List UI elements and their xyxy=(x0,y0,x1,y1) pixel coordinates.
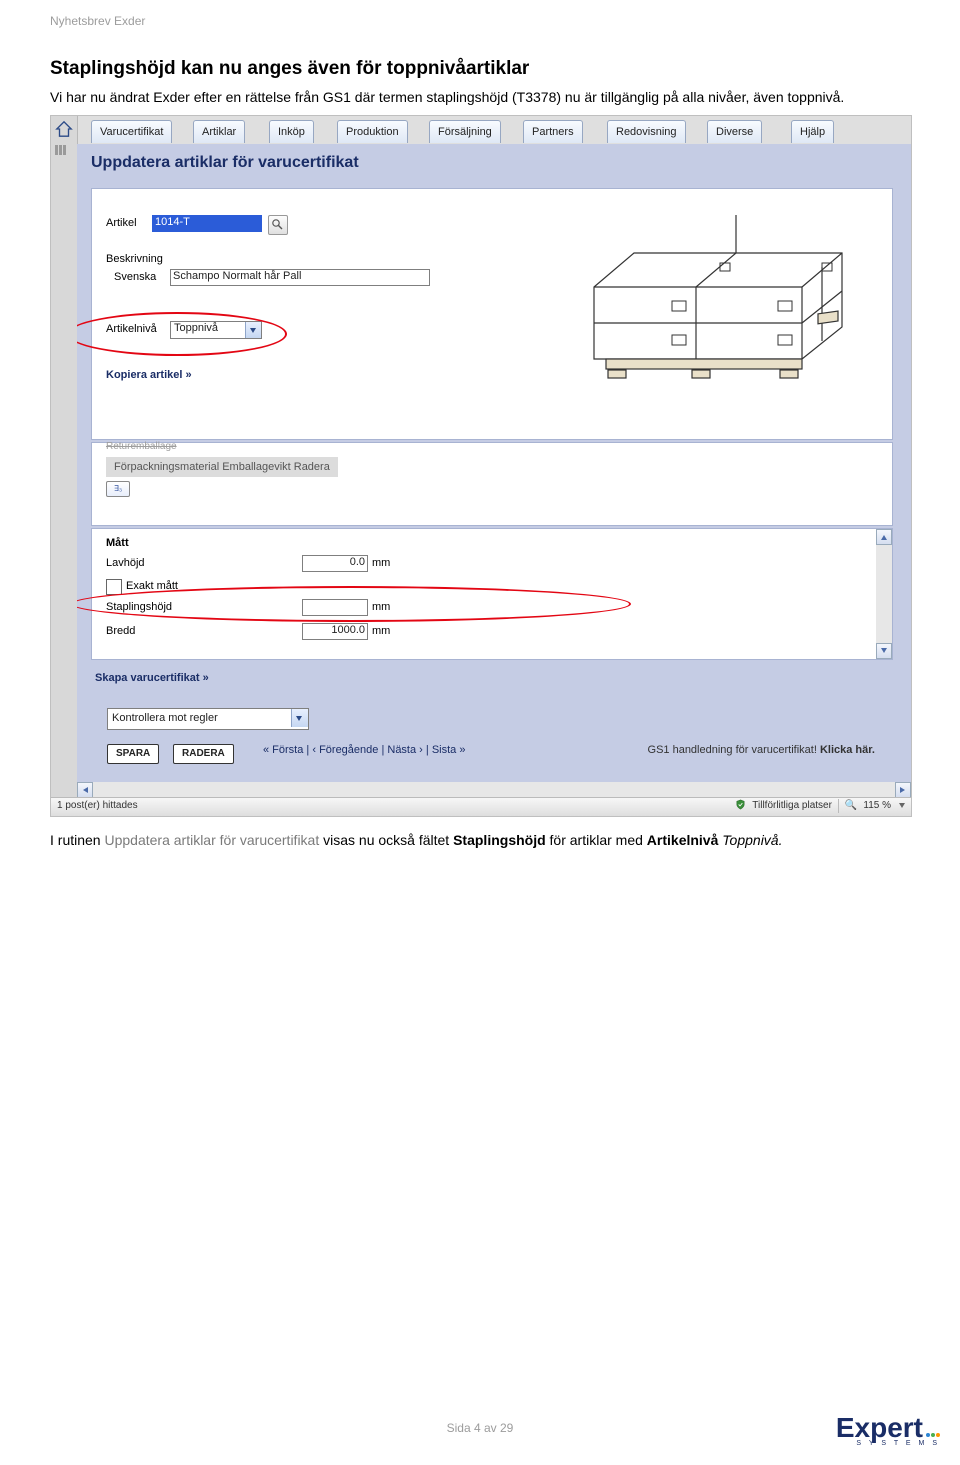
highlight-oval-artikelniva xyxy=(77,312,287,356)
horizontal-scrollbar[interactable] xyxy=(77,782,911,798)
zoom-icon[interactable]: 🔍 xyxy=(845,800,857,811)
select-kontrollera-value: Kontrollera mot regler xyxy=(112,712,218,724)
link-klicka-har[interactable]: Klicka här. xyxy=(820,744,875,756)
app-leftstrip xyxy=(51,116,78,816)
pager-next[interactable]: Nästa › xyxy=(387,744,422,756)
label-beskrivning: Beskrivning xyxy=(106,253,163,265)
leftstrip-handle-icon xyxy=(55,144,71,154)
shield-icon xyxy=(735,799,746,813)
chevron-down-icon[interactable] xyxy=(899,803,905,808)
tab-partners[interactable]: Partners xyxy=(523,120,583,143)
label-artikel: Artikel xyxy=(106,217,137,229)
select-kontrollera[interactable]: Kontrollera mot regler xyxy=(107,708,309,730)
status-zoom[interactable]: 115 % xyxy=(863,800,891,811)
page-title: Staplingshöjd kan nu anges även för topp… xyxy=(50,58,910,80)
pager-last[interactable]: Sista » xyxy=(432,744,466,756)
pallet-illustration xyxy=(582,207,862,387)
input-lavhojd[interactable]: 0.0 xyxy=(302,555,368,572)
panel-emballage: Returemballage Förpackningsmaterial Emba… xyxy=(91,442,893,526)
link-kopiera-artikel[interactable]: Kopiera artikel » xyxy=(106,369,192,381)
intro-paragraph: Vi har nu ändrat Exder efter en rättelse… xyxy=(50,88,870,107)
label-lavhojd: Lavhöjd xyxy=(106,557,145,569)
status-trusted: Tillförlitliga platser xyxy=(752,800,832,811)
tab-inkop[interactable]: Inköp xyxy=(269,120,314,143)
home-icon[interactable] xyxy=(55,120,73,141)
tab-varucertifikat[interactable]: Varucertifikat xyxy=(91,120,172,143)
scroll-left-icon[interactable] xyxy=(77,782,93,798)
scroll-down-icon[interactable] xyxy=(876,643,892,659)
tab-diverse[interactable]: Diverse xyxy=(707,120,762,143)
app-screenshot: Varucertifikat Artiklar Inköp Produktion… xyxy=(50,115,912,817)
gs1-help-text: GS1 handledning för varucertifikat! Klic… xyxy=(648,744,875,756)
unit-bredd: mm xyxy=(372,625,390,637)
checkbox-exakt-matt[interactable] xyxy=(106,579,122,595)
tab-hjalp[interactable]: Hjälp xyxy=(791,120,834,143)
highlight-oval-staplingshojd xyxy=(77,586,631,622)
unit-lavhojd: mm xyxy=(372,557,390,569)
label-bredd: Bredd xyxy=(106,625,135,637)
link-skapa-varucertifikat[interactable]: Skapa varucertifikat » xyxy=(95,672,209,684)
tab-redovisning[interactable]: Redovisning xyxy=(607,120,686,143)
input-svenska[interactable]: Schampo Normalt hår Pall xyxy=(170,269,430,286)
label-returemballage: Returemballage xyxy=(106,441,177,452)
scroll-up-icon[interactable] xyxy=(876,529,892,545)
app-page-title: Uppdatera artiklar för varucertifikat xyxy=(91,154,359,172)
badge-icon[interactable]: ∃₃ xyxy=(106,481,130,497)
pager-first[interactable]: « Första xyxy=(263,744,303,756)
scroll-right-icon[interactable] xyxy=(895,782,911,798)
chevron-down-icon xyxy=(291,709,308,727)
after-paragraph: I rutinen Uppdatera artiklar för varucer… xyxy=(50,831,910,850)
header-forpackning: Förpackningsmaterial Emballagevikt Rader… xyxy=(106,457,338,477)
button-spara[interactable]: SPARA xyxy=(107,744,159,764)
label-matt: Mått xyxy=(106,537,129,549)
input-artikel[interactable]: 1014-T xyxy=(152,215,262,232)
tab-bar: Varucertifikat Artiklar Inköp Produktion… xyxy=(77,116,911,144)
tab-forsaljning[interactable]: Försäljning xyxy=(429,120,501,143)
status-bar: 1 post(er) hittades Tillförlitliga plats… xyxy=(51,797,911,816)
label-svenska: Svenska xyxy=(114,271,156,283)
app-canvas: Uppdatera artiklar för varucertifikat Ar… xyxy=(77,144,911,792)
artikel-search-icon[interactable] xyxy=(268,215,288,235)
header-kicker: Nyhetsbrev Exder xyxy=(50,14,910,28)
input-bredd[interactable]: 1000.0 xyxy=(302,623,368,640)
tab-artiklar[interactable]: Artiklar xyxy=(193,120,245,143)
page-number: Sida 4 av 29 xyxy=(0,1421,960,1435)
pager-prev[interactable]: ‹ Föregående xyxy=(312,744,378,756)
tab-produktion[interactable]: Produktion xyxy=(337,120,408,143)
panel-matt-scrollbar[interactable] xyxy=(876,529,892,659)
button-radera[interactable]: RADERA xyxy=(173,744,234,764)
pager-links[interactable]: « Första | ‹ Föregående | Nästa › | Sist… xyxy=(263,744,465,756)
status-posts: 1 post(er) hittades xyxy=(57,800,138,811)
expert-logo: Expert S Y S T E M S xyxy=(836,1412,940,1447)
